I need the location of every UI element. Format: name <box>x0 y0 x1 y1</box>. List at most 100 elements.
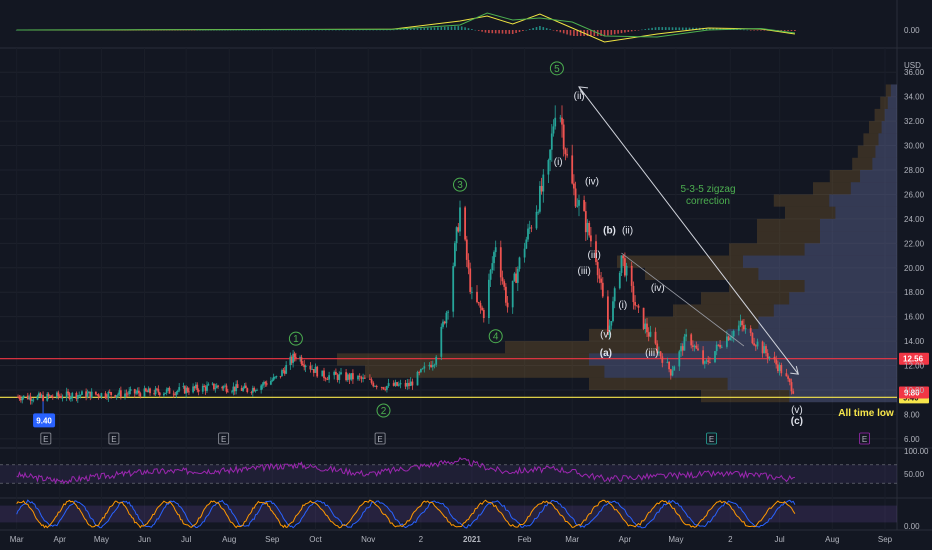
candle-body <box>535 211 538 229</box>
candle-body <box>612 301 614 322</box>
candle-body <box>499 247 502 278</box>
candle-body <box>165 389 168 393</box>
macd-histogram-bar <box>651 27 653 30</box>
price-tick-label: 18.00 <box>904 288 925 297</box>
candle-body <box>418 371 421 373</box>
chart-canvas[interactable]: 12.569.409.809.40 12345(i)(ii)(iii)(iii)… <box>0 0 932 550</box>
candle-body <box>384 389 387 390</box>
candle-body <box>756 341 759 347</box>
macd-histogram-bar <box>630 30 633 32</box>
candle-body <box>357 375 359 380</box>
volume-profile-bar <box>890 84 897 97</box>
macd-histogram-bar <box>573 30 575 36</box>
candle-body <box>304 365 307 368</box>
candle-body <box>727 336 730 341</box>
candle-body <box>715 344 718 352</box>
candle-body <box>739 320 742 326</box>
macd-histogram-bar <box>624 30 626 33</box>
candle-body <box>637 305 640 308</box>
candle-body <box>275 375 278 377</box>
candle-body <box>225 385 228 392</box>
macd-histogram-bar <box>488 30 490 34</box>
macd-histogram-bar <box>627 30 630 32</box>
macd-histogram-bar <box>501 30 504 34</box>
candle-body <box>135 392 138 394</box>
candle-body <box>236 384 239 388</box>
candle-body <box>399 382 402 385</box>
candle-body <box>788 378 791 383</box>
macd-histogram-bar <box>590 30 592 36</box>
candle-body <box>669 369 672 376</box>
candle-body <box>588 222 591 236</box>
candle-body <box>265 383 268 385</box>
candle-body <box>36 395 39 400</box>
macd-histogram-bar <box>641 29 643 31</box>
annotation-all-time-low: All time low <box>838 408 894 419</box>
candle-body <box>624 258 626 276</box>
candle-body <box>51 397 54 398</box>
macd-histogram-bar <box>518 30 521 32</box>
annotation-correction: correction <box>686 196 730 207</box>
macd-histogram-bar <box>746 29 749 31</box>
candle-body <box>428 364 431 367</box>
candle-body <box>513 273 516 281</box>
macd-histogram-bar <box>454 26 456 30</box>
candle-body <box>542 174 545 192</box>
candle-body <box>491 263 494 270</box>
candle-body <box>336 374 339 380</box>
candle-body <box>654 331 657 344</box>
candle-body <box>144 388 147 391</box>
candle-body <box>57 392 60 397</box>
candle-body <box>765 346 767 354</box>
x-tick-label: Mar <box>565 535 579 544</box>
earnings-marker-label: E <box>221 435 226 444</box>
macd-histogram-bar <box>617 30 619 34</box>
candle-body <box>69 397 72 400</box>
price-tick-label: 26.00 <box>904 190 925 199</box>
candle-body <box>246 388 249 393</box>
candle-body <box>620 255 623 273</box>
macd-histogram-bar <box>634 30 636 31</box>
volume-profile-bar <box>820 231 897 244</box>
x-tick-label: 2 <box>728 535 733 544</box>
candle-body <box>164 392 167 394</box>
candle-body <box>753 343 755 346</box>
annotation-zigzag: 5-3-5 zigzag <box>680 184 735 195</box>
price-tick-label: 24.00 <box>904 215 925 224</box>
candle-body <box>476 291 478 303</box>
candle-body <box>244 385 247 389</box>
stoch-band <box>0 505 897 523</box>
macd-histogram-bar <box>430 27 432 30</box>
candle-body <box>431 365 434 368</box>
macd-histogram-bar <box>658 27 660 30</box>
macd-histogram-bar <box>549 29 551 30</box>
candle-body <box>709 362 711 363</box>
macd-histogram-bar <box>556 30 558 32</box>
price-tick-label: 10.00 <box>904 386 925 395</box>
volume-profile-bar <box>681 341 897 354</box>
macd-histogram-bar <box>613 30 616 35</box>
x-tick-label: May <box>94 535 109 544</box>
macd-histogram-bar <box>413 28 415 30</box>
candle-body <box>375 385 378 388</box>
macd-histogram-bar <box>437 27 439 30</box>
candle-body <box>370 379 373 383</box>
candle-body <box>22 395 25 398</box>
x-tick-label: Feb <box>518 535 532 544</box>
candle-body <box>693 345 696 347</box>
candle-body <box>348 374 351 380</box>
macd-histogram-bar <box>403 29 405 30</box>
candle-body <box>707 360 710 363</box>
wave-sub-label: (iii) <box>645 348 658 359</box>
candle-body <box>596 262 599 276</box>
volume-profile-bar <box>773 304 897 317</box>
candle-body <box>300 357 303 364</box>
macd-histogram-bar <box>760 30 762 31</box>
volume-profile-bar <box>804 280 897 293</box>
candle-body <box>316 366 319 377</box>
wave-4-label: 4 <box>493 332 499 343</box>
candle-body <box>214 388 217 390</box>
candle-body <box>666 361 669 363</box>
candle-body <box>661 356 664 363</box>
candle-body <box>281 370 283 377</box>
